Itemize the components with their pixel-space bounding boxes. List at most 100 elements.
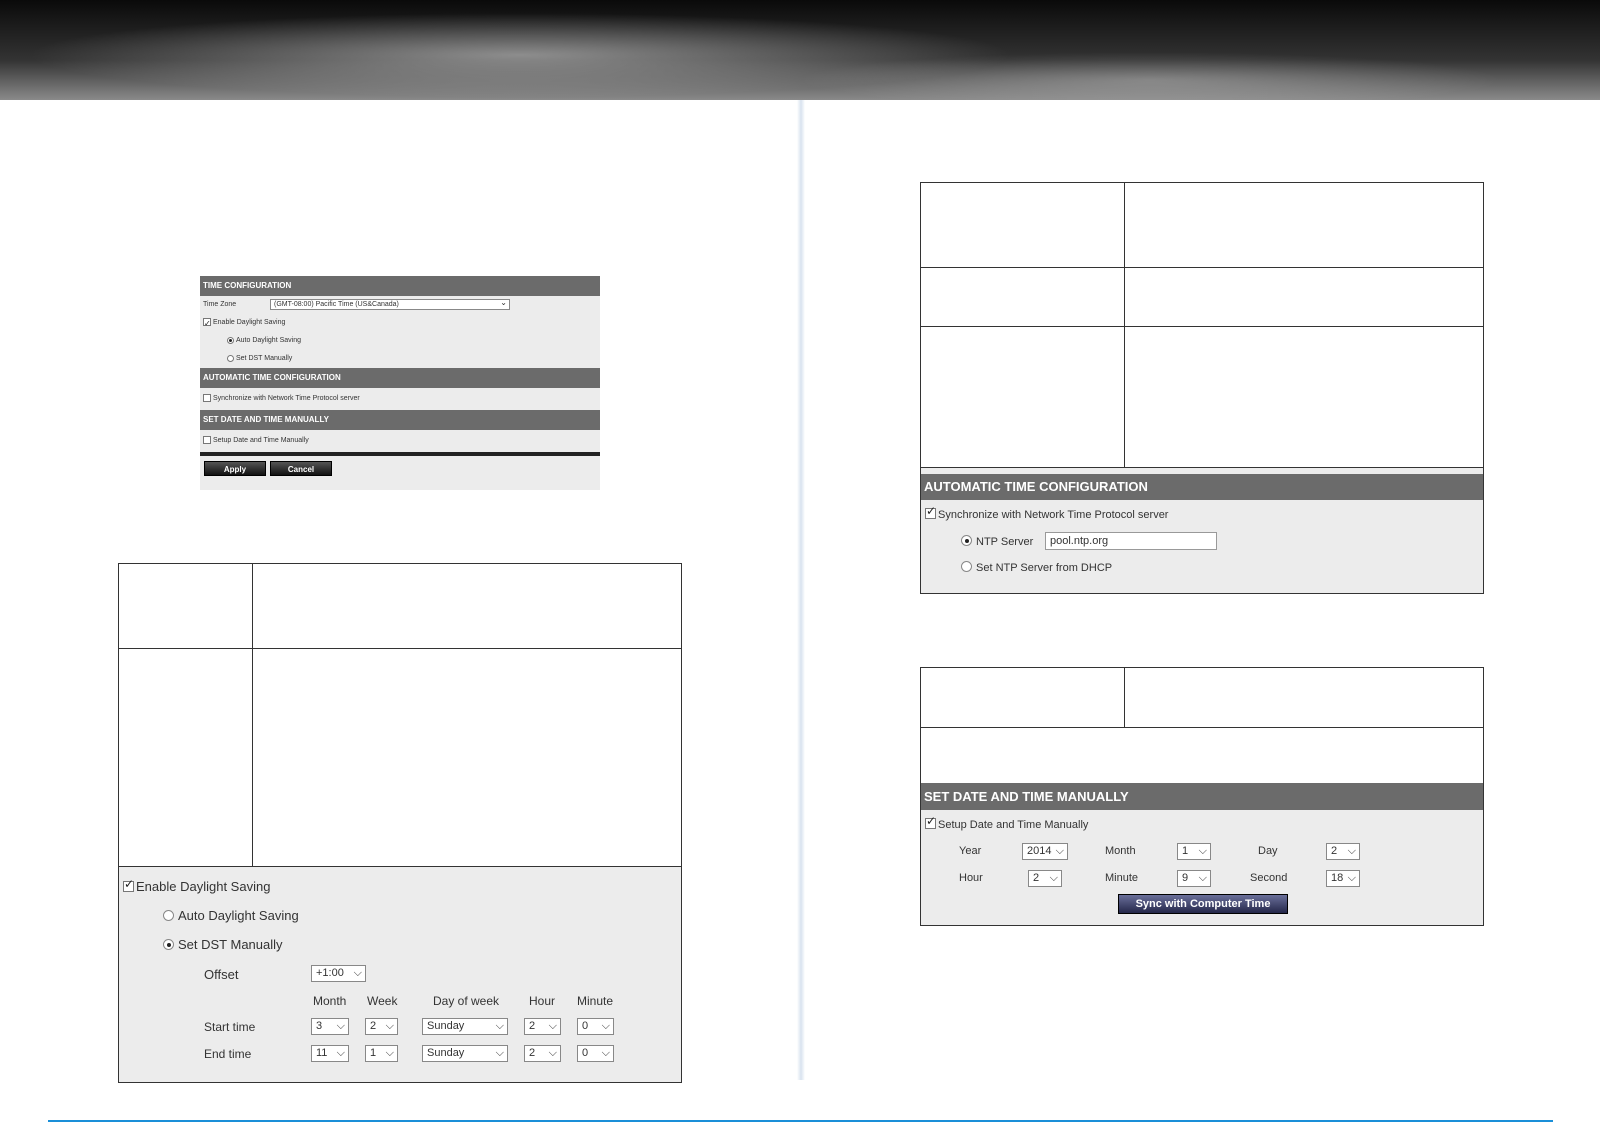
apply-button[interactable]: Apply xyxy=(204,461,266,476)
end-minute-value: 0 xyxy=(582,1047,589,1059)
sync-ntp-row: Synchronize with Network Time Protocol s… xyxy=(925,504,1169,521)
sync-computer-time-button[interactable]: Sync with Computer Time xyxy=(1118,894,1288,914)
auto-time-header: AUTOMATIC TIME CONFIGURATION xyxy=(921,474,1483,500)
day-value: 2 xyxy=(1331,845,1338,857)
chevron-down-icon: ⌵ xyxy=(353,967,362,979)
page-spine xyxy=(797,100,805,1080)
ntp-server-label: NTP Server xyxy=(976,536,1034,548)
enable-dst-row: Enable Daylight Saving xyxy=(200,314,600,332)
end-week-select[interactable]: 1 ⌵ xyxy=(365,1045,398,1062)
ntp-dhcp-row: Set NTP Server from DHCP xyxy=(961,561,1112,574)
enable-dst-label: Enable Daylight Saving xyxy=(136,879,271,894)
start-week-value: 2 xyxy=(370,1020,377,1032)
end-minute-select[interactable]: 0 ⌵ xyxy=(577,1045,614,1062)
table-row-divider xyxy=(119,648,681,649)
auto-dst-label: Auto Daylight Saving xyxy=(178,908,299,923)
sync-ntp-checkbox[interactable] xyxy=(925,504,936,519)
end-month-select[interactable]: 11 ⌵ xyxy=(311,1045,349,1062)
manual-time-header: SET DATE AND TIME MANUALLY xyxy=(921,783,1483,810)
auto-dst-radio[interactable] xyxy=(227,336,234,344)
minute-value: 9 xyxy=(1182,872,1189,884)
start-hour-value: 2 xyxy=(529,1020,536,1032)
start-dow-select[interactable]: Sunday ⌵ xyxy=(422,1018,508,1035)
start-hour-select[interactable]: 2 ⌵ xyxy=(524,1018,561,1035)
table-column-divider xyxy=(1124,668,1125,727)
enable-dst-checkbox[interactable] xyxy=(203,315,211,332)
setup-manual-label: Setup Date and Time Manually xyxy=(213,437,309,444)
chevron-down-icon: ⌵ xyxy=(336,1047,345,1059)
second-select[interactable]: 18 ⌵ xyxy=(1326,870,1360,887)
start-month-value: 3 xyxy=(316,1020,323,1032)
chevron-down-icon: ⌵ xyxy=(495,1047,504,1059)
time-zone-row: Time Zone (GMT-08:00) Pacific Time (US&C… xyxy=(200,296,600,314)
chevron-down-icon: ⌵ xyxy=(1055,845,1064,857)
chevron-down-icon: ⌵ xyxy=(495,1020,504,1032)
chevron-down-icon: ⌵ xyxy=(601,1020,610,1032)
start-minute-value: 0 xyxy=(582,1020,589,1032)
ntp-server-input[interactable]: pool.ntp.org xyxy=(1045,532,1217,550)
hour-value: 2 xyxy=(1033,872,1040,884)
auto-dst-radio[interactable] xyxy=(163,910,174,921)
time-configuration-screenshot: TIME CONFIGURATION Time Zone (GMT-08:00)… xyxy=(200,276,600,490)
setup-manual-checkbox[interactable] xyxy=(925,814,936,829)
ntp-dhcp-radio[interactable] xyxy=(961,561,972,572)
minute-select[interactable]: 9 ⌵ xyxy=(1177,870,1211,887)
cancel-button[interactable]: Cancel xyxy=(270,461,332,476)
end-hour-value: 2 xyxy=(529,1047,536,1059)
time-zone-select[interactable]: (GMT-08:00) Pacific Time (US&Canada) xyxy=(270,298,510,310)
end-week-value: 1 xyxy=(370,1047,377,1059)
start-week-select[interactable]: 2 ⌵ xyxy=(365,1018,398,1035)
col-month: Month xyxy=(313,994,347,1008)
table-row-divider xyxy=(921,727,1483,728)
offset-value: +1:00 xyxy=(316,967,344,979)
ntp-table: AUTOMATIC TIME CONFIGURATION Synchronize… xyxy=(920,182,1484,594)
ntp-settings-panel: AUTOMATIC TIME CONFIGURATION Synchronize… xyxy=(921,468,1483,593)
second-label: Second xyxy=(1250,872,1288,884)
start-dow-value: Sunday xyxy=(427,1020,465,1032)
chevron-down-icon: ⌵ xyxy=(1049,872,1058,884)
end-dow-value: Sunday xyxy=(427,1047,465,1059)
sync-ntp-label: Synchronize with Network Time Protocol s… xyxy=(938,509,1169,521)
chevron-down-icon: ⌵ xyxy=(385,1020,394,1032)
sync-ntp-checkbox[interactable] xyxy=(203,394,211,403)
button-bar: Apply Cancel xyxy=(200,452,600,478)
setup-manual-row: Setup Date and Time Manually xyxy=(200,430,600,452)
chevron-down-icon: ⌵ xyxy=(548,1047,557,1059)
hour-select[interactable]: 2 ⌵ xyxy=(1028,870,1062,887)
auto-dst-label: Auto Daylight Saving xyxy=(236,337,301,344)
ntp-server-radio[interactable] xyxy=(961,535,972,546)
start-minute-select[interactable]: 0 ⌵ xyxy=(577,1018,614,1035)
setup-manual-checkbox[interactable] xyxy=(203,436,211,445)
month-select[interactable]: 1 ⌵ xyxy=(1177,843,1211,860)
setup-manual-row: Setup Date and Time Manually xyxy=(925,814,1089,831)
year-select[interactable]: 2014 ⌵ xyxy=(1022,843,1068,860)
enable-dst-checkbox[interactable] xyxy=(123,877,134,892)
manual-time-table: SET DATE AND TIME MANUALLY Setup Date an… xyxy=(920,667,1484,926)
end-hour-select[interactable]: 2 ⌵ xyxy=(524,1045,561,1062)
header-banner xyxy=(0,0,1600,100)
chevron-down-icon: ⌵ xyxy=(601,1047,610,1059)
year-label: Year xyxy=(959,845,982,857)
set-dst-radio[interactable] xyxy=(227,354,234,362)
auto-time-header: AUTOMATIC TIME CONFIGURATION xyxy=(200,368,600,388)
end-dow-select[interactable]: Sunday ⌵ xyxy=(422,1045,508,1062)
end-time-label: End time xyxy=(204,1047,252,1061)
time-config-header: TIME CONFIGURATION xyxy=(200,276,600,296)
enable-dst-label: Enable Daylight Saving xyxy=(213,319,286,326)
offset-select[interactable]: +1:00 ⌵ xyxy=(311,965,366,982)
set-dst-radio[interactable] xyxy=(163,939,174,950)
chevron-down-icon: ⌵ xyxy=(548,1020,557,1032)
day-select[interactable]: 2 ⌵ xyxy=(1326,843,1360,860)
month-label: Month xyxy=(1105,845,1136,857)
manual-time-panel: SET DATE AND TIME MANUALLY Setup Date an… xyxy=(921,783,1483,925)
chevron-down-icon: ⌵ xyxy=(1347,845,1356,857)
start-time-label: Start time xyxy=(204,1020,256,1034)
setup-manual-label: Setup Date and Time Manually xyxy=(938,819,1089,831)
start-month-select[interactable]: 3 ⌵ xyxy=(311,1018,349,1035)
day-label: Day xyxy=(1258,845,1278,857)
set-dst-row: Set DST Manually xyxy=(163,937,283,952)
manual-time-header: SET DATE AND TIME MANUALLY xyxy=(200,410,600,430)
end-month-value: 11 xyxy=(316,1047,328,1059)
time-zone-label: Time Zone xyxy=(203,301,237,308)
chevron-down-icon: ⌵ xyxy=(1347,872,1356,884)
